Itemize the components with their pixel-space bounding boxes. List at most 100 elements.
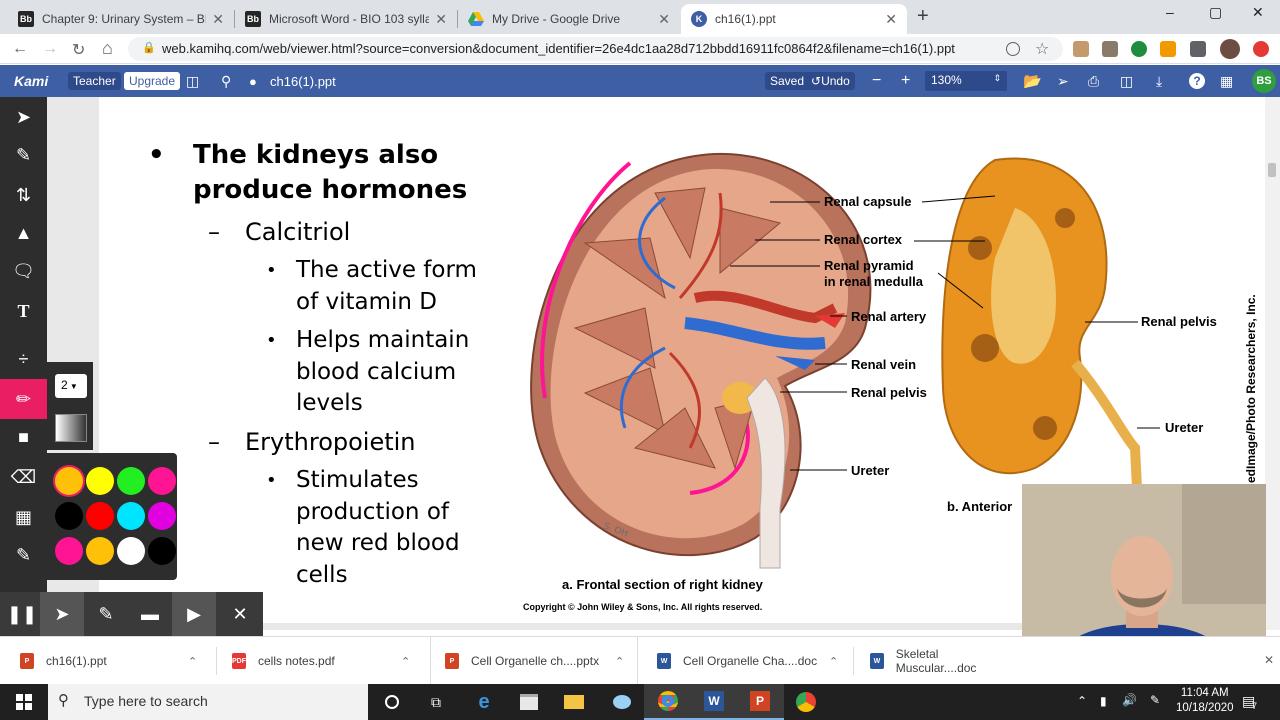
- clock[interactable]: 11:04 AM 10/18/2020: [1176, 686, 1234, 716]
- pointer-button[interactable]: ➤: [40, 592, 84, 636]
- color-swatch[interactable]: [55, 467, 83, 495]
- save-icon[interactable]: ◫: [1120, 65, 1133, 97]
- new-tab-button[interactable]: +: [917, 5, 929, 28]
- camera-button[interactable]: ▶: [172, 592, 216, 636]
- chevron-up-icon[interactable]: ⌃: [188, 655, 197, 668]
- color-swatch[interactable]: [117, 537, 145, 565]
- cortana-button[interactable]: [368, 684, 416, 720]
- pen-workspace-icon[interactable]: ✎: [1150, 693, 1160, 707]
- volume-icon[interactable]: 🔊: [1122, 693, 1137, 707]
- word-button[interactable]: W: [690, 684, 738, 720]
- text-box-tool-icon[interactable]: ▲: [0, 213, 47, 253]
- chrome-button[interactable]: [782, 684, 830, 720]
- download-item[interactable]: PDF cells notes.pdf ⌃: [232, 637, 422, 685]
- file-explorer-button[interactable]: [550, 684, 598, 720]
- chrome-running-button[interactable]: [644, 684, 692, 720]
- tab-kami-active[interactable]: K ch16(1).ppt ✕: [681, 4, 907, 34]
- stop-recording-button[interactable]: ✕: [218, 592, 262, 636]
- taskbar-search-input[interactable]: ⚲ Type here to search: [48, 684, 368, 720]
- close-tab-icon[interactable]: ✕: [658, 11, 670, 28]
- update-icon[interactable]: [1253, 41, 1269, 57]
- zoom-out-button[interactable]: −: [872, 65, 881, 97]
- shapes-tool-icon[interactable]: ■: [0, 417, 47, 457]
- chevron-up-icon[interactable]: ⌃: [615, 655, 624, 668]
- search-icon[interactable]: ⚲: [221, 65, 231, 97]
- download-item[interactable]: W Skeletal Muscular....doc: [870, 637, 1020, 685]
- document-filename[interactable]: ch16(1).ppt: [270, 65, 336, 97]
- battery-icon[interactable]: ▮: [1100, 694, 1107, 708]
- maximize-button[interactable]: ▢: [1209, 4, 1222, 21]
- text-tool-icon[interactable]: T: [0, 291, 47, 331]
- equation-tool-icon[interactable]: ÷: [0, 339, 47, 379]
- notification-icon[interactable]: ▤ 7: [1242, 693, 1257, 711]
- back-button[interactable]: ←: [12, 40, 28, 58]
- reload-button[interactable]: ↻: [72, 40, 85, 60]
- extension-icon[interactable]: [1160, 41, 1176, 57]
- chevron-up-icon[interactable]: ⌃: [401, 655, 410, 668]
- extension-icon[interactable]: [1102, 41, 1118, 57]
- scrollbar-thumb[interactable]: [1268, 163, 1276, 177]
- text-highlight-tool-icon[interactable]: ✎: [0, 135, 47, 175]
- chevron-up-icon[interactable]: ⌃: [829, 655, 838, 668]
- powerpoint-button[interactable]: P: [736, 684, 784, 720]
- brush-size-select[interactable]: 2 ▼: [55, 374, 87, 398]
- open-folder-icon[interactable]: 📂: [1023, 65, 1042, 97]
- chevron-up-icon[interactable]: ⌃: [1077, 694, 1087, 708]
- color-swatch[interactable]: [148, 537, 176, 565]
- bookmark-star-icon[interactable]: ☆: [1035, 39, 1049, 59]
- help-icon[interactable]: ?: [1189, 73, 1205, 89]
- add-shortcut-icon[interactable]: [1006, 42, 1020, 56]
- print-icon[interactable]: ⎙: [1088, 65, 1099, 97]
- upgrade-button[interactable]: Upgrade: [124, 72, 181, 90]
- undo-button[interactable]: ↺Undo: [806, 72, 855, 90]
- start-button[interactable]: [0, 684, 48, 720]
- url-input[interactable]: 🔒 web.kamihq.com/web/viewer.html?source=…: [128, 37, 1063, 61]
- color-swatch[interactable]: [55, 537, 83, 565]
- close-window-button[interactable]: ✕: [1252, 4, 1264, 21]
- download-item[interactable]: P ch16(1).ppt ⌃: [20, 637, 210, 685]
- comment-tool-icon[interactable]: 🗨: [0, 251, 47, 291]
- highlighter-button[interactable]: ▬: [128, 592, 172, 636]
- extension-icon[interactable]: [1131, 41, 1147, 57]
- pen-button[interactable]: ✎: [84, 592, 128, 636]
- forward-button[interactable]: →: [42, 40, 58, 58]
- minimize-button[interactable]: –: [1166, 4, 1174, 20]
- color-swatch[interactable]: [86, 467, 114, 495]
- signature-tool-icon[interactable]: ✎: [0, 535, 47, 575]
- image-tool-icon[interactable]: ▦: [0, 497, 47, 537]
- store-button[interactable]: [505, 684, 553, 720]
- close-tab-icon[interactable]: ✕: [212, 11, 224, 28]
- pause-button[interactable]: ❚❚: [0, 592, 44, 636]
- user-avatar[interactable]: BS: [1252, 69, 1276, 93]
- drawing-tool-icon[interactable]: ✏: [0, 379, 47, 419]
- close-shelf-icon[interactable]: ✕: [1264, 653, 1274, 667]
- apps-grid-icon[interactable]: ▦: [1220, 65, 1233, 97]
- tab-chapter9[interactable]: Bb Chapter 9: Urinary System – BIO ✕: [8, 4, 234, 34]
- paint-button[interactable]: [598, 684, 646, 720]
- color-swatch[interactable]: [117, 502, 145, 530]
- profile-avatar[interactable]: [1220, 39, 1240, 59]
- markup-tool-icon[interactable]: ⇅: [0, 175, 47, 215]
- download-item[interactable]: W Cell Organelle Cha....doc ⌃: [657, 637, 847, 685]
- edge-button[interactable]: e: [460, 684, 508, 720]
- opacity-slider[interactable]: [55, 414, 87, 442]
- select-tool-icon[interactable]: ➤: [0, 97, 47, 137]
- download-icon[interactable]: ⤓: [1156, 65, 1162, 97]
- color-swatch[interactable]: [148, 467, 176, 495]
- close-tab-icon[interactable]: ✕: [435, 11, 447, 28]
- extensions-puzzle-icon[interactable]: [1190, 41, 1206, 57]
- tab-google-drive[interactable]: My Drive - Google Drive ✕: [458, 4, 680, 34]
- color-swatch[interactable]: [86, 537, 114, 565]
- download-item[interactable]: P Cell Organelle ch....pptx ⌃: [430, 637, 638, 685]
- extension-icon[interactable]: [1073, 41, 1089, 57]
- sidebar-toggle-icon[interactable]: ◫: [186, 65, 199, 97]
- share-icon[interactable]: ➢: [1057, 65, 1069, 97]
- tab-word-syllabus[interactable]: Bb Microsoft Word - BIO 103 syllabu ✕: [235, 4, 457, 34]
- color-swatch[interactable]: [86, 502, 114, 530]
- eraser-tool-icon[interactable]: ⌫: [0, 457, 47, 497]
- close-tab-icon[interactable]: ✕: [885, 11, 897, 28]
- color-swatch[interactable]: [148, 502, 176, 530]
- zoom-select[interactable]: 130% ⇕: [925, 71, 1007, 91]
- home-button[interactable]: ⌂: [102, 38, 113, 59]
- zoom-in-button[interactable]: +: [901, 65, 910, 97]
